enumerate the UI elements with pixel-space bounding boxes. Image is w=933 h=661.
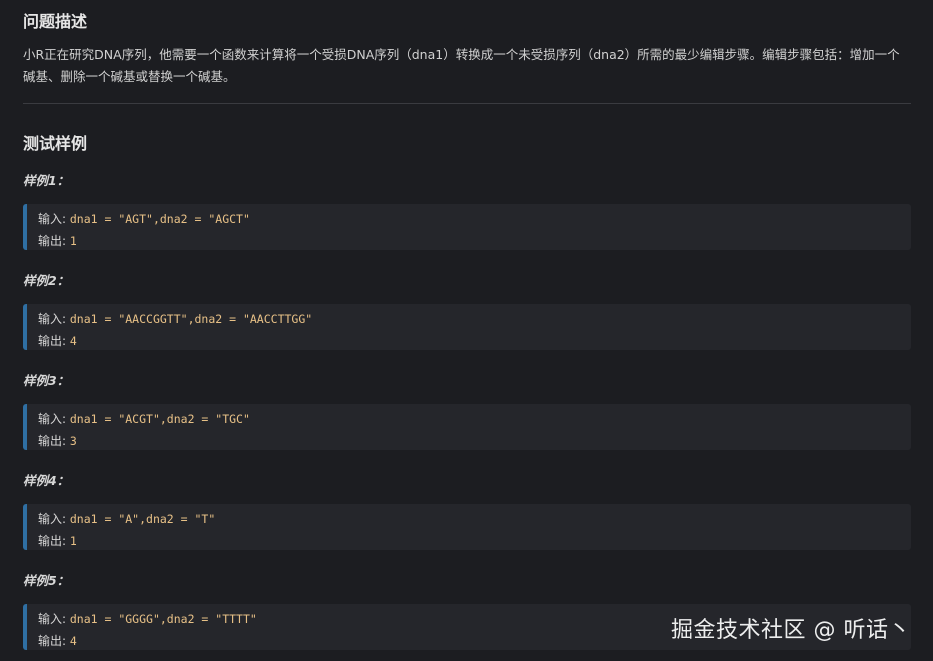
- case-title-3: 样例3：: [23, 373, 70, 388]
- input-label: 输入:: [38, 612, 67, 626]
- input-value-4: dna1 = "A",dna2 = "T": [69, 512, 216, 526]
- output-label: 输出:: [38, 633, 67, 648]
- input-line-4: 输入: dna1 = "A",dna2 = "T": [38, 509, 911, 531]
- output-label: 输出:: [38, 433, 67, 448]
- output-line-4: 输出: 1: [38, 531, 911, 553]
- input-label: 输入:: [38, 412, 67, 426]
- code-block-4: 输入: dna1 = "A",dna2 = "T" 输出: 1: [23, 504, 911, 550]
- output-value-5: 4: [69, 633, 77, 648]
- input-label: 输入:: [38, 212, 67, 226]
- input-value-1: dna1 = "AGT",dna2 = "AGCT": [69, 212, 250, 226]
- input-line-1: 输入: dna1 = "AGT",dna2 = "AGCT": [38, 209, 911, 231]
- output-label: 输出:: [38, 233, 67, 248]
- case-title-5: 样例5：: [23, 573, 70, 588]
- input-line-2: 输入: dna1 = "AACCGGTT",dna2 = "AACCTTGG": [38, 309, 911, 331]
- output-label: 输出:: [38, 333, 67, 348]
- input-label: 输入:: [38, 512, 67, 526]
- watermark: 掘金技术社区 @ 听话丶: [671, 618, 911, 643]
- input-value-2: dna1 = "AACCGGTT",dna2 = "AACCTTGG": [69, 312, 313, 326]
- output-value-2: 4: [69, 333, 77, 348]
- description-text: 小R正在研究DNA序列，他需要一个函数来计算将一个受损DNA序列（dna1）转换…: [23, 47, 900, 84]
- divider: [23, 103, 911, 104]
- output-value-3: 3: [69, 433, 77, 448]
- input-value-5: dna1 = "GGGG",dna2 = "TTTT": [69, 612, 257, 626]
- description-heading: 问题描述: [23, 12, 88, 31]
- case-title-2: 样例2：: [23, 273, 70, 288]
- input-label: 输入:: [38, 312, 67, 326]
- output-value-1: 1: [69, 233, 77, 248]
- output-value-4: 1: [69, 533, 77, 548]
- output-line-1: 输出: 1: [38, 231, 911, 253]
- code-block-1: 输入: dna1 = "AGT",dna2 = "AGCT" 输出: 1: [23, 204, 911, 250]
- case-title-4: 样例4：: [23, 473, 70, 488]
- code-block-2: 输入: dna1 = "AACCGGTT",dna2 = "AACCTTGG" …: [23, 304, 911, 350]
- output-label: 输出:: [38, 533, 67, 548]
- output-line-2: 输出: 4: [38, 331, 911, 353]
- input-line-3: 输入: dna1 = "ACGT",dna2 = "TGC": [38, 409, 911, 431]
- output-line-3: 输出: 3: [38, 431, 911, 453]
- tests-heading: 测试样例: [23, 134, 88, 153]
- input-value-3: dna1 = "ACGT",dna2 = "TGC": [69, 412, 250, 426]
- code-block-3: 输入: dna1 = "ACGT",dna2 = "TGC" 输出: 3: [23, 404, 911, 450]
- case-title-1: 样例1：: [23, 173, 70, 188]
